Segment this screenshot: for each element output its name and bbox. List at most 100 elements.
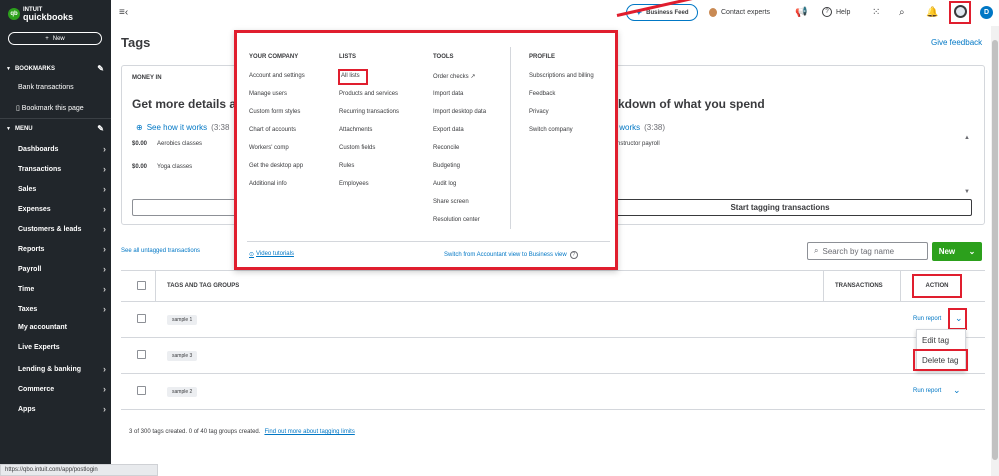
sidebar-item-lending[interactable]: Lending & banking › — [18, 364, 106, 374]
sidebar-item-my-accountant[interactable]: My accountant — [18, 324, 106, 331]
menu-item-all-lists[interactable]: All lists — [341, 73, 360, 79]
external-link-icon: ↗ — [470, 74, 476, 80]
user-avatar[interactable]: D — [980, 6, 993, 19]
settings-highlight[interactable] — [949, 1, 971, 24]
apps-grid-icon[interactable]: ⁙ — [872, 7, 880, 18]
sidebar-item-time[interactable]: Time › — [18, 284, 106, 294]
scrollbar-thumb[interactable] — [992, 40, 998, 460]
menu-item-custom-fields[interactable]: Custom fields — [339, 145, 375, 151]
sidebar-item-transactions[interactable]: Transactions › — [18, 164, 106, 174]
bookmark-bank-transactions[interactable]: Bank transactions — [18, 84, 74, 91]
sidebar-item-dashboards[interactable]: Dashboards › — [18, 144, 106, 154]
row-checkbox[interactable] — [137, 386, 146, 395]
table-row: sample 2 Run report ⌄ — [121, 374, 985, 410]
sidebar-item-apps[interactable]: Apps › — [18, 404, 106, 414]
sidebar-item-reports[interactable]: Reports › — [18, 244, 106, 254]
pencil-icon[interactable]: ✎ — [97, 64, 104, 73]
chevron-down-icon[interactable]: ⌄ — [955, 313, 963, 324]
column-header-tags[interactable]: TAGS AND TAG GROUPS — [167, 283, 239, 289]
run-report-link[interactable]: Run report — [913, 388, 941, 394]
sidebar-item-label: Time — [18, 285, 35, 293]
chevron-down-icon[interactable]: ⌄ — [969, 247, 976, 256]
menu-item-account-settings[interactable]: Account and settings — [249, 73, 305, 79]
column-header-transactions[interactable]: TRANSACTIONS — [835, 283, 883, 289]
see-how-link-right[interactable]: it works (3:38) — [613, 123, 665, 132]
menu-item-custom-form-styles[interactable]: Custom form styles — [249, 109, 300, 115]
menu-item-chart-of-accounts[interactable]: Chart of accounts — [249, 127, 296, 133]
chevron-down-icon[interactable]: ⌄ — [953, 385, 961, 396]
sidebar-item-customers[interactable]: Customers & leads › — [18, 224, 106, 234]
menu-item-additional-info[interactable]: Additional info — [249, 181, 287, 187]
tag-limits-link[interactable]: Find out more about tagging limits — [264, 429, 354, 435]
sidebar-item-sales[interactable]: Sales › — [18, 184, 106, 194]
card-headline-left: Get more details a — [132, 97, 237, 111]
table-row: sample 1 Run report ⌄ — [121, 302, 985, 338]
tag-limits-note: 3 of 300 tags created. 0 of 40 tag group… — [129, 429, 355, 435]
sidebar-item-commerce[interactable]: Commerce › — [18, 384, 106, 394]
menu-item-resolution-center[interactable]: Resolution center — [433, 217, 480, 223]
row-checkbox[interactable] — [137, 350, 146, 359]
menu-item-workers-comp[interactable]: Workers' comp — [249, 145, 289, 151]
page-title: Tags — [121, 35, 151, 50]
category-name: Aerobics classes — [157, 141, 203, 147]
collapse-menu-icon[interactable]: ≡‹ — [119, 7, 128, 18]
select-all-checkbox[interactable] — [137, 281, 146, 290]
contact-experts-button[interactable]: Contact experts — [709, 8, 770, 17]
row-checkbox[interactable] — [137, 314, 146, 323]
menu-item-desktop-app[interactable]: Get the desktop app — [249, 163, 303, 169]
menu-item-switch-company[interactable]: Switch company — [529, 127, 573, 133]
menu-header[interactable]: ▼ MENU ✎ — [6, 124, 104, 133]
help-icon[interactable]: ? — [569, 251, 578, 259]
menu-item-subscriptions[interactable]: Subscriptions and billing — [529, 73, 594, 79]
new-tag-button[interactable]: New ⌄ — [932, 242, 982, 261]
tag-counts: 3 of 300 tags created. 0 of 40 tag group… — [129, 429, 261, 435]
menu-item-rules[interactable]: Rules — [339, 163, 354, 169]
menu-item-import-data[interactable]: Import data — [433, 91, 463, 97]
menu-item-budgeting[interactable]: Budgeting — [433, 163, 460, 169]
new-button[interactable]: + New — [8, 32, 102, 45]
menu-item-products-services[interactable]: Products and services — [339, 91, 398, 97]
pencil-icon[interactable]: ✎ — [97, 124, 104, 133]
give-feedback-link[interactable]: Give feedback — [931, 38, 982, 47]
menu-item-share-screen[interactable]: Share screen — [433, 199, 469, 205]
switch-view-link[interactable]: Switch from Accountant view to Business … — [444, 251, 578, 259]
bookmarks-label: BOOKMARKS — [14, 65, 55, 72]
sidebar-item-label: Commerce — [18, 385, 55, 393]
menu-item-recurring-transactions[interactable]: Recurring transactions — [339, 109, 399, 115]
menu-item-privacy[interactable]: Privacy — [529, 109, 549, 115]
menu-item-export-data[interactable]: Export data — [433, 127, 464, 133]
menu-item-feedback[interactable]: Feedback — [529, 91, 555, 97]
scroll-up-icon[interactable]: ▲ — [964, 135, 970, 141]
run-report-link[interactable]: Run report — [913, 316, 941, 322]
see-how-link-left[interactable]: ⊕ See how it works (3:38 — [136, 123, 229, 132]
help-button[interactable]: ? Help — [822, 7, 850, 17]
menu-item-reconcile[interactable]: Reconcile — [433, 145, 459, 151]
bookmarks-header[interactable]: ▼ BOOKMARKS ✎ — [6, 64, 104, 73]
menu-item-manage-users[interactable]: Manage users — [249, 91, 287, 97]
menu-item-attachments[interactable]: Attachments — [339, 127, 372, 133]
start-tagging-button[interactable]: Start tagging transactions — [588, 199, 972, 216]
sidebar-item-taxes[interactable]: Taxes › — [18, 304, 106, 314]
see-untagged-link[interactable]: See all untagged transactions — [121, 248, 200, 254]
gear-icon[interactable] — [954, 5, 967, 18]
megaphone-icon[interactable]: 📢 — [795, 7, 807, 18]
menu-item-employees[interactable]: Employees — [339, 181, 369, 187]
video-tutorials-link[interactable]: ⊙ Video tutorials — [249, 251, 294, 258]
menu-item-import-desktop-data[interactable]: Import desktop data — [433, 109, 486, 115]
chevron-right-icon: › — [103, 164, 106, 174]
sidebar-item-expenses[interactable]: Expenses › — [18, 204, 106, 214]
switch-view-label: Switch from Accountant view to Business … — [444, 252, 567, 258]
scroll-down-icon[interactable]: ▼ — [964, 189, 970, 195]
menu-item-order-checks[interactable]: Order checks ↗ — [433, 73, 475, 80]
bell-icon[interactable]: 🔔 — [926, 7, 938, 18]
sidebar-item-live-experts[interactable]: Live Experts — [18, 344, 106, 351]
menu-item-audit-log[interactable]: Audit log — [433, 181, 456, 187]
start-tagging-button-left[interactable] — [132, 199, 242, 216]
edit-tag-item[interactable]: Edit tag — [922, 336, 949, 345]
search-icon[interactable]: ⌕ — [899, 7, 905, 18]
delete-tag-highlight — [913, 349, 968, 371]
quickbooks-logo[interactable]: qb INTUIT quickbooks — [8, 7, 73, 22]
search-input[interactable]: ⌕ Search by tag name — [807, 242, 928, 260]
sidebar-item-payroll[interactable]: Payroll › — [18, 264, 106, 274]
bookmark-this-page[interactable]: ▯ Bookmark this page — [16, 104, 84, 112]
